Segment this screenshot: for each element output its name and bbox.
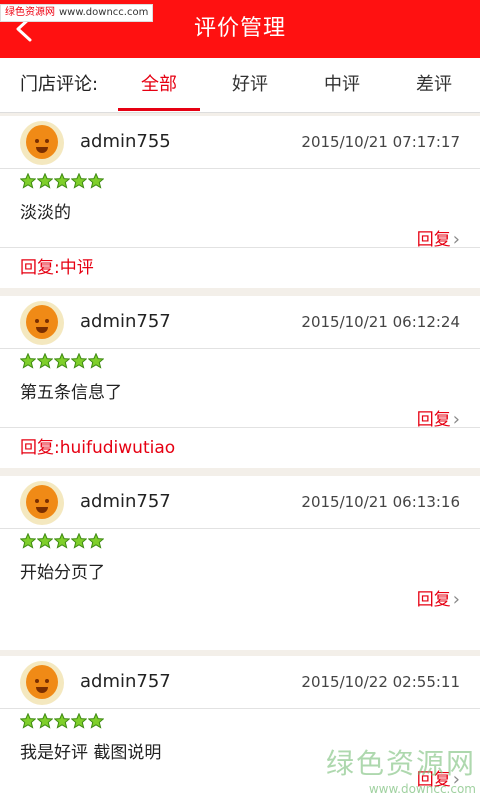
chevron-right-icon: › xyxy=(452,589,460,610)
star-icon xyxy=(53,532,71,549)
star-icon xyxy=(70,532,88,549)
review-username: admin757 xyxy=(80,671,171,692)
tab-good[interactable]: 好评 xyxy=(210,58,290,112)
watermark-url: www.downcc.com xyxy=(59,7,149,18)
review-content: 我是好评 截图说明 xyxy=(20,743,162,763)
tab-bad[interactable]: 差评 xyxy=(394,58,474,112)
star-icon xyxy=(53,712,71,729)
avatar xyxy=(20,661,64,705)
review-username: admin757 xyxy=(80,491,171,512)
reply-text: 回复:中评 xyxy=(20,258,94,278)
review-card: admin757 2015/10/21 06:12:24 第五条信息了 回复 › … xyxy=(0,296,480,468)
review-username: admin755 xyxy=(80,131,171,152)
review-content: 淡淡的 xyxy=(20,203,71,223)
star-icon xyxy=(19,712,37,729)
tab-neutral[interactable]: 中评 xyxy=(302,58,382,112)
star-icon xyxy=(70,172,88,189)
avatar xyxy=(20,121,64,165)
star-icon xyxy=(36,532,54,549)
reply-button-label: 回复 xyxy=(416,590,451,610)
star-icon xyxy=(36,712,54,729)
watermark-site: 绿色资源网 xyxy=(5,7,55,18)
star-icon xyxy=(53,352,71,369)
review-card: admin755 2015/10/21 07:17:17 淡淡的 回复 › 回复:… xyxy=(0,116,480,288)
review-header: admin757 2015/10/22 02:55:11 xyxy=(0,656,480,709)
review-username: admin757 xyxy=(80,311,171,332)
watermark-url: www.downcc.com xyxy=(368,782,476,796)
star-icon xyxy=(36,352,54,369)
avatar xyxy=(20,481,64,525)
reply-text: 回复:huifudiwutiao xyxy=(20,438,176,458)
rating-stars xyxy=(19,352,105,371)
star-icon xyxy=(87,352,105,369)
star-icon xyxy=(87,712,105,729)
star-icon xyxy=(36,172,54,189)
star-icon xyxy=(19,532,37,549)
watermark-site: 绿色资源网 xyxy=(325,747,476,780)
review-filter-bar: 门店评论: 全部 好评 中评 差评 xyxy=(0,58,480,113)
review-header: admin757 2015/10/21 06:13:16 xyxy=(0,476,480,529)
star-icon xyxy=(87,532,105,549)
active-tab-indicator xyxy=(118,108,200,111)
star-icon xyxy=(19,352,37,369)
review-timestamp: 2015/10/21 06:12:24 xyxy=(301,313,460,331)
reply-bar: 回复:huifudiwutiao xyxy=(0,427,480,468)
review-timestamp: 2015/10/22 02:55:11 xyxy=(301,673,460,691)
review-timestamp: 2015/10/21 06:13:16 xyxy=(301,493,460,511)
watermark-bottom: 绿色资源网 www.downcc.com xyxy=(326,742,476,796)
review-timestamp: 2015/10/21 07:17:17 xyxy=(301,133,460,151)
filter-label: 门店评论: xyxy=(20,74,99,95)
avatar xyxy=(20,301,64,345)
star-icon xyxy=(19,172,37,189)
review-content: 第五条信息了 xyxy=(20,383,122,403)
star-icon xyxy=(70,352,88,369)
reply-button[interactable]: 回复 › xyxy=(417,585,460,610)
watermark-top: 绿色资源网 www.downcc.com xyxy=(0,4,154,22)
review-card: admin757 2015/10/21 06:13:16 开始分页了 回复 › xyxy=(0,476,480,611)
review-header: admin755 2015/10/21 07:17:17 xyxy=(0,116,480,169)
star-icon xyxy=(70,712,88,729)
reply-bar: 回复:中评 xyxy=(0,247,480,288)
tab-all[interactable]: 全部 xyxy=(118,58,200,112)
review-header: admin757 2015/10/21 06:12:24 xyxy=(0,296,480,349)
empty-reply-bar xyxy=(0,610,480,650)
rating-stars xyxy=(19,172,105,191)
star-icon xyxy=(87,172,105,189)
review-content: 开始分页了 xyxy=(20,563,105,583)
star-icon xyxy=(53,172,71,189)
rating-stars xyxy=(19,712,105,731)
rating-stars xyxy=(19,532,105,551)
